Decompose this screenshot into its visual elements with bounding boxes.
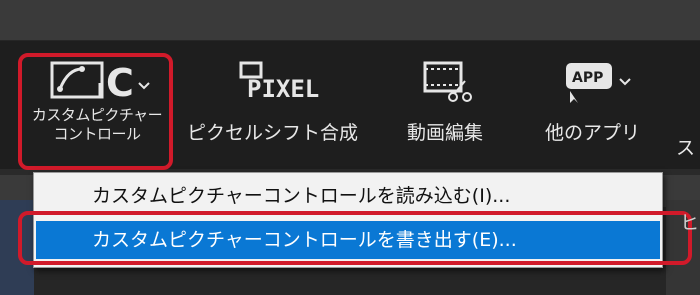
right-cut-text: ヒ: [680, 212, 700, 234]
pixel-shift-label: ピクセルシフト合成: [186, 122, 358, 144]
other-apps-button[interactable]: APP 他のアプリ: [535, 56, 650, 144]
film-scissors-icon: [405, 56, 485, 106]
pixel-shift-button[interactable]: PIXEL ピクセルシフト合成: [180, 56, 365, 144]
app-icon: APP: [548, 56, 638, 106]
title-bar: [0, 0, 700, 41]
menu-item-import[interactable]: カスタムピクチャーコントロールを読み込む(I)...: [36, 177, 660, 215]
other-apps-label: 他のアプリ: [544, 122, 640, 144]
video-edit-label: 動画編集: [406, 122, 483, 144]
app-icon-text: APP: [572, 70, 603, 86]
pixel-icon: PIXEL: [213, 56, 333, 106]
pixel-icon-text: PIXEL: [247, 75, 319, 103]
cut-toolbar-item-label[interactable]: ス: [676, 137, 695, 159]
highlight-export-item: [18, 211, 692, 265]
video-edit-button[interactable]: 動画編集: [390, 56, 500, 144]
highlight-picture-control: [18, 53, 173, 170]
